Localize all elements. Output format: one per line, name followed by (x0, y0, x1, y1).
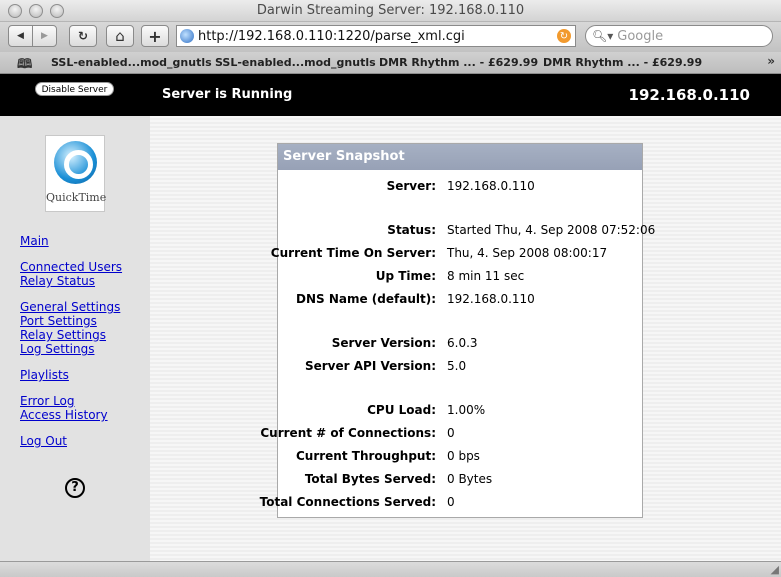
snapshot-value: 0 (447, 426, 455, 440)
window-title: Darwin Streaming Server: 192.168.0.110 (256, 3, 525, 18)
reload-button[interactable]: ↻ (69, 25, 97, 47)
search-placeholder: Google (617, 28, 664, 44)
window-status-bar: ◢ (0, 561, 781, 577)
snapshot-value: 1.00% (447, 403, 486, 417)
snapshot-label: Status: (387, 223, 436, 237)
forward-arrow-icon: ▶ (41, 31, 48, 41)
snapshot-row: CPU Load: 1.00% (278, 403, 642, 419)
search-field[interactable]: 🔍︎▾ Google (585, 25, 773, 47)
sidebar-link-connected-users[interactable]: Connected Users (20, 260, 122, 274)
snapshot-value: 0 Bytes (447, 472, 493, 486)
address-url: http://192.168.0.110:1220/parse_xml.cgi (198, 28, 465, 44)
sidebar-link-error-log[interactable]: Error Log (20, 394, 75, 408)
bookmark-item[interactable]: DMR Rhythm ... - £629.99 (543, 56, 702, 69)
sidebar-link-main[interactable]: Main (20, 234, 49, 248)
snapshot-label: Current # of Connections: (260, 426, 436, 440)
snapshot-row: Current Time On Server: Thu, 4. Sep 2008… (271, 246, 642, 262)
snapshot-row: Status: Started Thu, 4. Sep 2008 07:52:0… (278, 223, 655, 239)
address-bar[interactable]: http://192.168.0.110:1220/parse_xml.cgi … (176, 25, 576, 47)
snapshot-label: Current Time On Server: (270, 246, 436, 260)
sidebar: QuickTime Main Connected Users Relay Sta… (0, 116, 150, 577)
snapshot-value: 6.0.3 (447, 336, 478, 350)
snapshot-label: Total Bytes Served: (304, 472, 436, 486)
sidebar-link-relay-settings[interactable]: Relay Settings (20, 328, 106, 342)
quicktime-icon (54, 141, 97, 184)
snapshot-value: 8 min 11 sec (447, 269, 525, 283)
sidebar-link-log-out[interactable]: Log Out (20, 434, 67, 448)
snapshot-row: Server API Version: 5.0 (278, 359, 642, 375)
search-icon: 🔍︎▾ (592, 29, 614, 43)
back-arrow-icon: ◀ (17, 31, 24, 41)
snapshot-row: DNS Name (default): 192.168.0.110 (278, 292, 642, 308)
panel-title: Server Snapshot (278, 144, 642, 170)
snapshot-row: Server Version: 6.0.3 (278, 336, 642, 352)
snapshot-value: Thu, 4. Sep 2008 08:00:17 (447, 246, 608, 260)
server-ip: 192.168.0.110 (628, 86, 750, 104)
plus-icon: + (148, 26, 162, 46)
server-header: Disable Server Server is Running 192.168… (0, 74, 781, 116)
home-button[interactable]: ⌂ (106, 25, 134, 47)
snapshot-label: Current Throughput: (295, 449, 436, 463)
browser-toolbar: ◀ ▶ ↻ ⌂ + http://192.168.0.110:1220/pars… (0, 22, 781, 52)
page-reload-icon[interactable]: ↻ (557, 29, 571, 43)
sidebar-link-log-settings[interactable]: Log Settings (20, 342, 94, 356)
sidebar-link-relay-status[interactable]: Relay Status (20, 274, 95, 288)
snapshot-row: Current Throughput: 0 bps (278, 449, 642, 465)
server-snapshot-panel: Server Snapshot Server: 192.168.0.110 St… (260, 143, 655, 518)
snapshot-value: 192.168.0.110 (447, 292, 535, 306)
bookmark-item[interactable]: DMR Rhythm ... - £629.99 (379, 56, 538, 69)
sidebar-link-access-history[interactable]: Access History (20, 408, 108, 422)
forward-button[interactable]: ▶ (32, 25, 57, 47)
bookmarks-bar: 🕮 SSL-enabled...mod_gnutls SSL-enabled..… (0, 52, 781, 74)
snapshot-row: Total Connections Served: 0 (260, 495, 642, 511)
snapshot-value: 0 (447, 495, 455, 509)
snapshot-label: DNS Name (default): (296, 292, 436, 306)
snapshot-row: Server: 192.168.0.110 (278, 179, 642, 195)
help-icon[interactable]: ? (65, 478, 85, 498)
snapshot-row: Up Time: 8 min 11 sec (278, 269, 642, 285)
resize-grip-icon[interactable]: ◢ (771, 563, 779, 576)
snapshot-row: Current # of Connections: 0 (260, 426, 642, 442)
reload-icon: ↻ (77, 29, 89, 43)
snapshot-label: Server Version: (331, 336, 436, 350)
snapshot-value: 192.168.0.110 (447, 179, 535, 193)
snapshot-label: Server: (386, 179, 436, 193)
sidebar-link-playlists[interactable]: Playlists (20, 368, 69, 382)
bookmark-item[interactable]: SSL-enabled...mod_gnutls (51, 56, 212, 69)
quicktime-logo-text: QuickTime (46, 191, 107, 204)
window-titlebar: Darwin Streaming Server: 192.168.0.110 (0, 0, 781, 22)
quicktime-logo: QuickTime (45, 135, 107, 212)
sidebar-link-general-settings[interactable]: General Settings (20, 300, 120, 314)
snapshot-value: 5.0 (447, 359, 467, 373)
snapshot-value: Started Thu, 4. Sep 2008 07:52:06 (447, 223, 656, 237)
back-button[interactable]: ◀ (8, 25, 33, 47)
sidebar-link-port-settings[interactable]: Port Settings (20, 314, 97, 328)
snapshot-label: Up Time: (375, 269, 436, 283)
globe-icon (180, 29, 194, 43)
server-status: Server is Running (162, 87, 293, 102)
bookmarks-overflow-icon[interactable]: » (767, 54, 775, 68)
home-icon: ⌂ (115, 27, 125, 45)
snapshot-label: Total Connections Served: (259, 495, 436, 509)
bookmark-item[interactable]: SSL-enabled...mod_gnutls (215, 56, 376, 69)
snapshot-label: CPU Load: (367, 403, 436, 417)
disable-server-button[interactable]: Disable Server (35, 82, 114, 96)
add-bookmark-button[interactable]: + (141, 25, 169, 47)
snapshot-label: Server API Version: (304, 359, 436, 373)
snapshot-row: Total Bytes Served: 0 Bytes (278, 472, 642, 488)
snapshot-value: 0 bps (447, 449, 480, 463)
